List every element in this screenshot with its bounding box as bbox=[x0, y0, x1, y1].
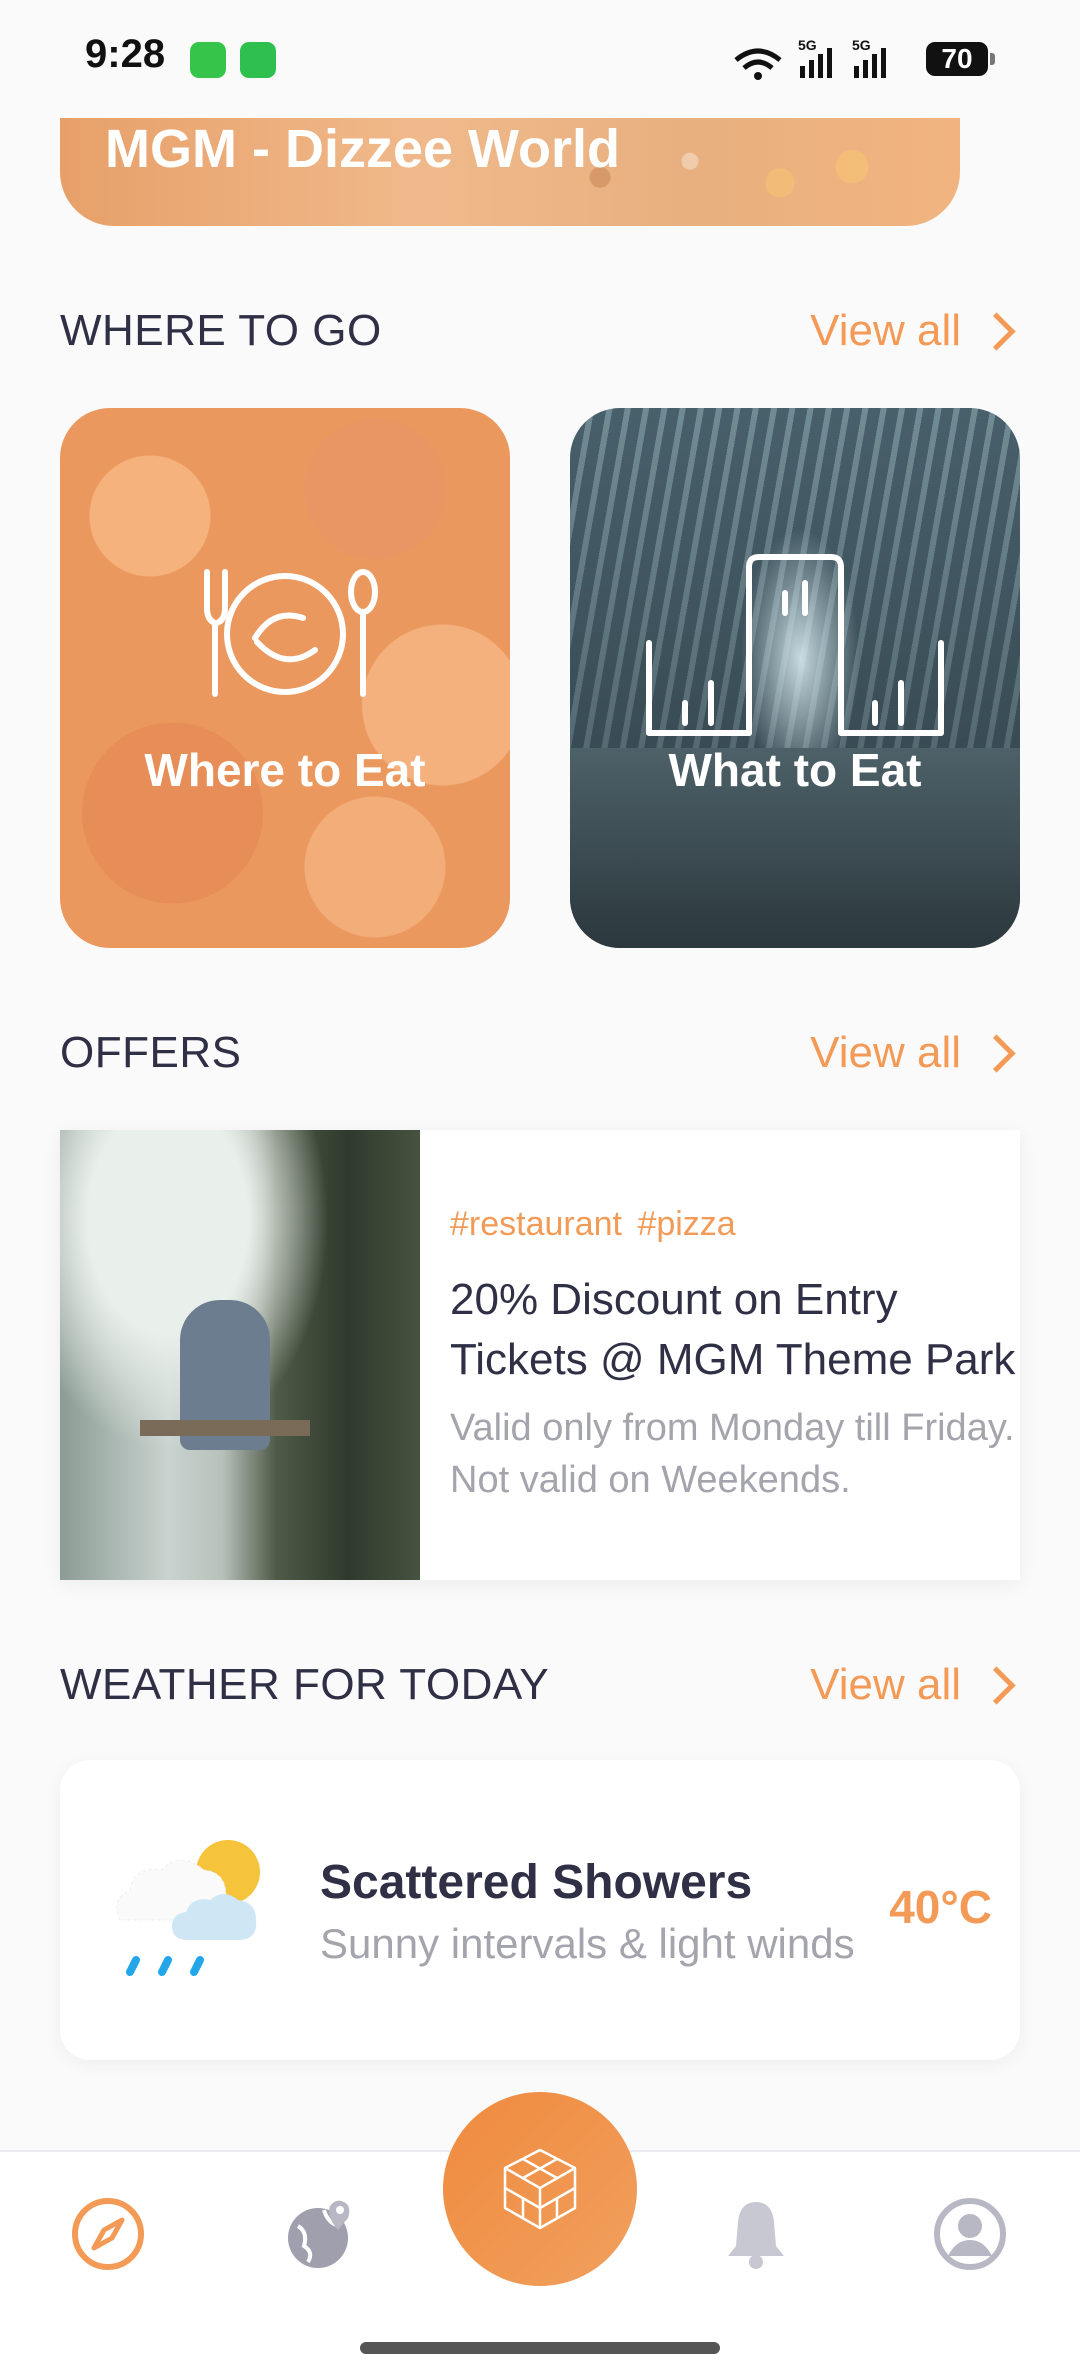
view-all-offers[interactable]: View all bbox=[810, 1028, 1016, 1078]
offer-desc-line-2: Not valid on Weekends. bbox=[450, 1459, 851, 1501]
profile-icon[interactable] bbox=[932, 2196, 1008, 2272]
compass-icon[interactable] bbox=[70, 2196, 146, 2272]
featured-banner[interactable]: MGM - Dizzee World bbox=[60, 118, 960, 226]
home-indicator[interactable] bbox=[360, 2342, 720, 2354]
view-all-where-to-go[interactable]: View all bbox=[810, 306, 1016, 356]
battery-indicator: 70 bbox=[926, 42, 995, 76]
section-title-offers: OFFERS bbox=[60, 1028, 242, 1077]
offer-title: 20% Discount on Entry Tickets @ MGM Them… bbox=[450, 1270, 1020, 1390]
chevron-right-icon bbox=[977, 1665, 1016, 1705]
section-title-where-to-go: WHERE TO GO bbox=[60, 306, 382, 355]
offer-card[interactable]: #restaurant #pizza 20% Discount on Entry… bbox=[60, 1130, 1020, 1580]
banner-title: MGM - Dizzee World bbox=[105, 119, 621, 179]
card-label-where-to-eat: Where to Eat bbox=[144, 744, 426, 796]
chevron-right-icon bbox=[977, 1033, 1016, 1073]
offer-title-line-2: Tickets @ MGM Theme Park bbox=[450, 1335, 1016, 1384]
cube-icon bbox=[503, 2148, 577, 2230]
globe-pin-icon[interactable] bbox=[284, 2196, 360, 2272]
weather-temperature: 40°C bbox=[889, 1881, 992, 1933]
view-all-weather[interactable]: View all bbox=[810, 1660, 1016, 1710]
weather-card[interactable]: Scattered Showers Sunny intervals & ligh… bbox=[60, 1760, 1020, 2060]
weather-description: Sunny intervals & light winds bbox=[320, 1920, 855, 1967]
card-label-what-to-eat: What to Eat bbox=[668, 744, 922, 796]
offer-title-line-1: 20% Discount on Entry bbox=[450, 1275, 898, 1324]
chevron-right-icon bbox=[977, 311, 1016, 351]
offer-image bbox=[60, 1130, 420, 1580]
card-what-to-eat[interactable]: What to Eat bbox=[570, 408, 1020, 948]
plate-cutlery-icon bbox=[60, 568, 510, 698]
view-all-label: View all bbox=[810, 306, 961, 355]
offer-image-swing bbox=[140, 1420, 310, 1436]
view-all-label: View all bbox=[810, 1660, 961, 1709]
network-type-label-2: 5G bbox=[852, 37, 871, 53]
section-title-weather: WEATHER FOR TODAY bbox=[60, 1660, 550, 1709]
offer-description: Valid only from Monday till Friday. Not … bbox=[450, 1402, 1020, 1506]
offer-tags: #restaurant #pizza bbox=[450, 1205, 736, 1243]
status-time: 9:28 bbox=[85, 32, 166, 76]
card-where-to-eat[interactable]: Where to Eat bbox=[60, 408, 510, 948]
partly-cloudy-rain-icon bbox=[116, 1840, 260, 1976]
view-all-label: View all bbox=[810, 1028, 961, 1077]
bar-chart-icon bbox=[570, 553, 1020, 743]
bell-icon[interactable] bbox=[718, 2196, 794, 2272]
network-type-label: 5G bbox=[798, 37, 817, 53]
weather-condition: Scattered Showers bbox=[320, 1856, 753, 1909]
network-icons: 5G 5G bbox=[734, 37, 886, 80]
center-action-button[interactable] bbox=[443, 2092, 637, 2286]
whatsapp-icon bbox=[190, 42, 226, 78]
messages-icon bbox=[240, 42, 276, 78]
offer-desc-line-1: Valid only from Monday till Friday. bbox=[450, 1407, 1015, 1449]
